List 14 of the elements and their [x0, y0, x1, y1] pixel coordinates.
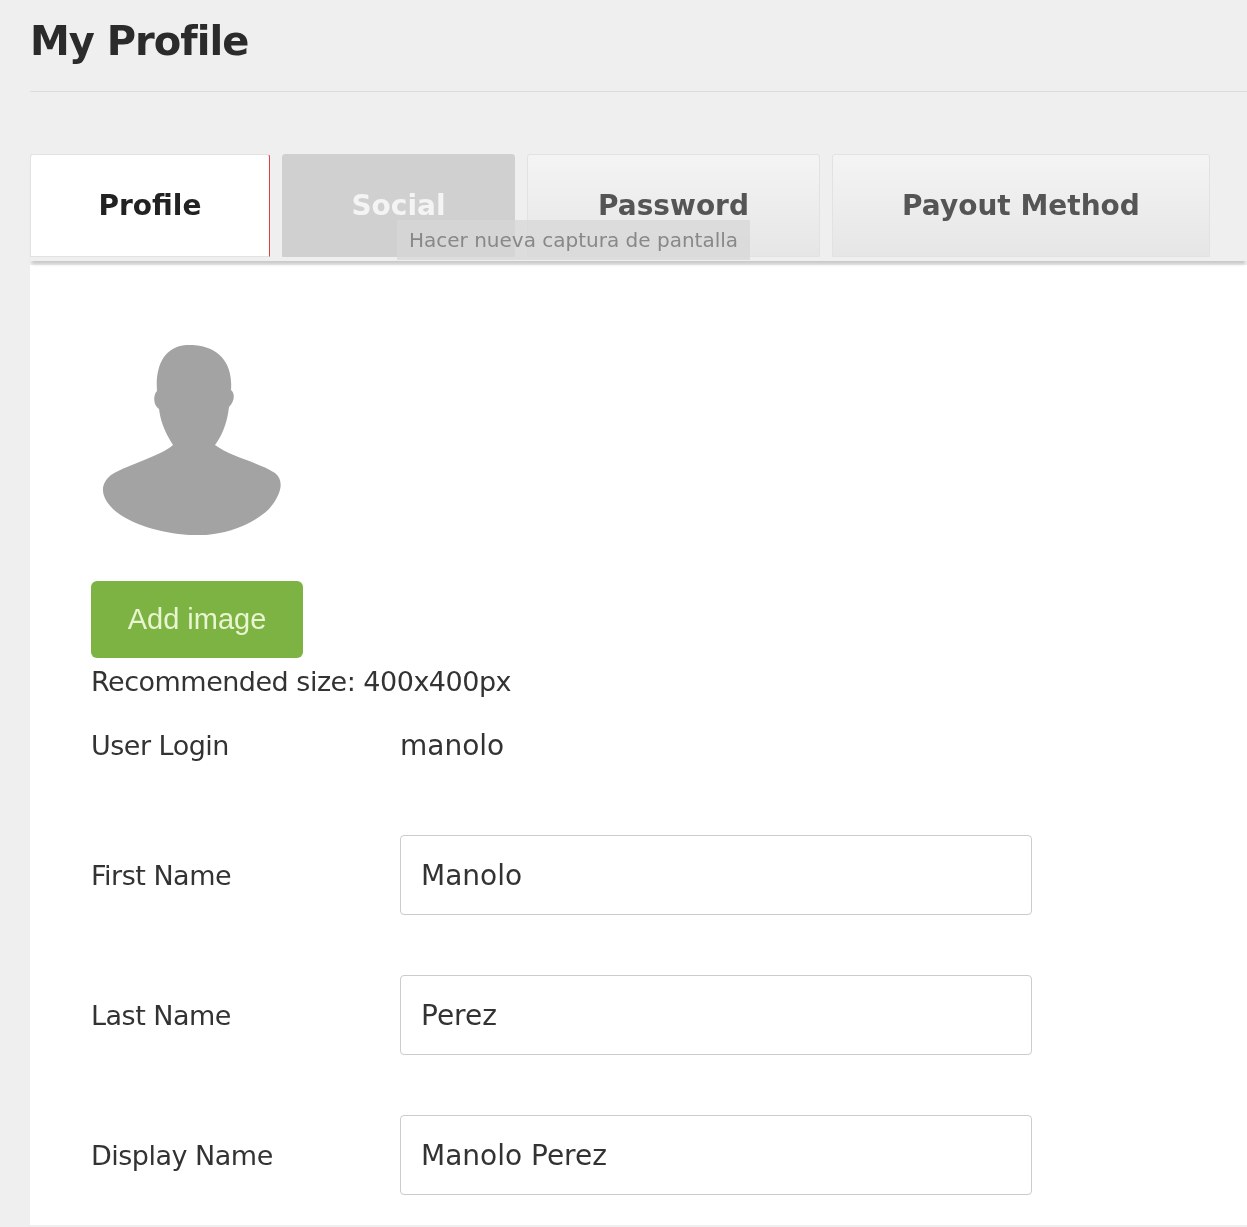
field-label: Last Name: [91, 999, 232, 1031]
input-field[interactable]: Manolo Perez: [400, 1115, 1032, 1195]
tooltip: Hacer nueva captura de pantalla: [397, 220, 751, 260]
tab[interactable]: Payout Method: [832, 154, 1210, 257]
input-field[interactable]: Perez: [400, 975, 1032, 1055]
field-value: manolo: [400, 728, 505, 762]
page-title: My Profile: [30, 17, 250, 66]
field-label: Display Name: [91, 1139, 274, 1171]
avatar-silhouette-icon: [101, 345, 281, 535]
tab[interactable]: Profile: [30, 154, 270, 257]
field-label: First Name: [91, 859, 233, 891]
input-field[interactable]: Manolo: [400, 835, 1032, 915]
field-label: User Login: [91, 729, 230, 761]
size-hint: Recommended size: 400x400px: [91, 666, 513, 697]
